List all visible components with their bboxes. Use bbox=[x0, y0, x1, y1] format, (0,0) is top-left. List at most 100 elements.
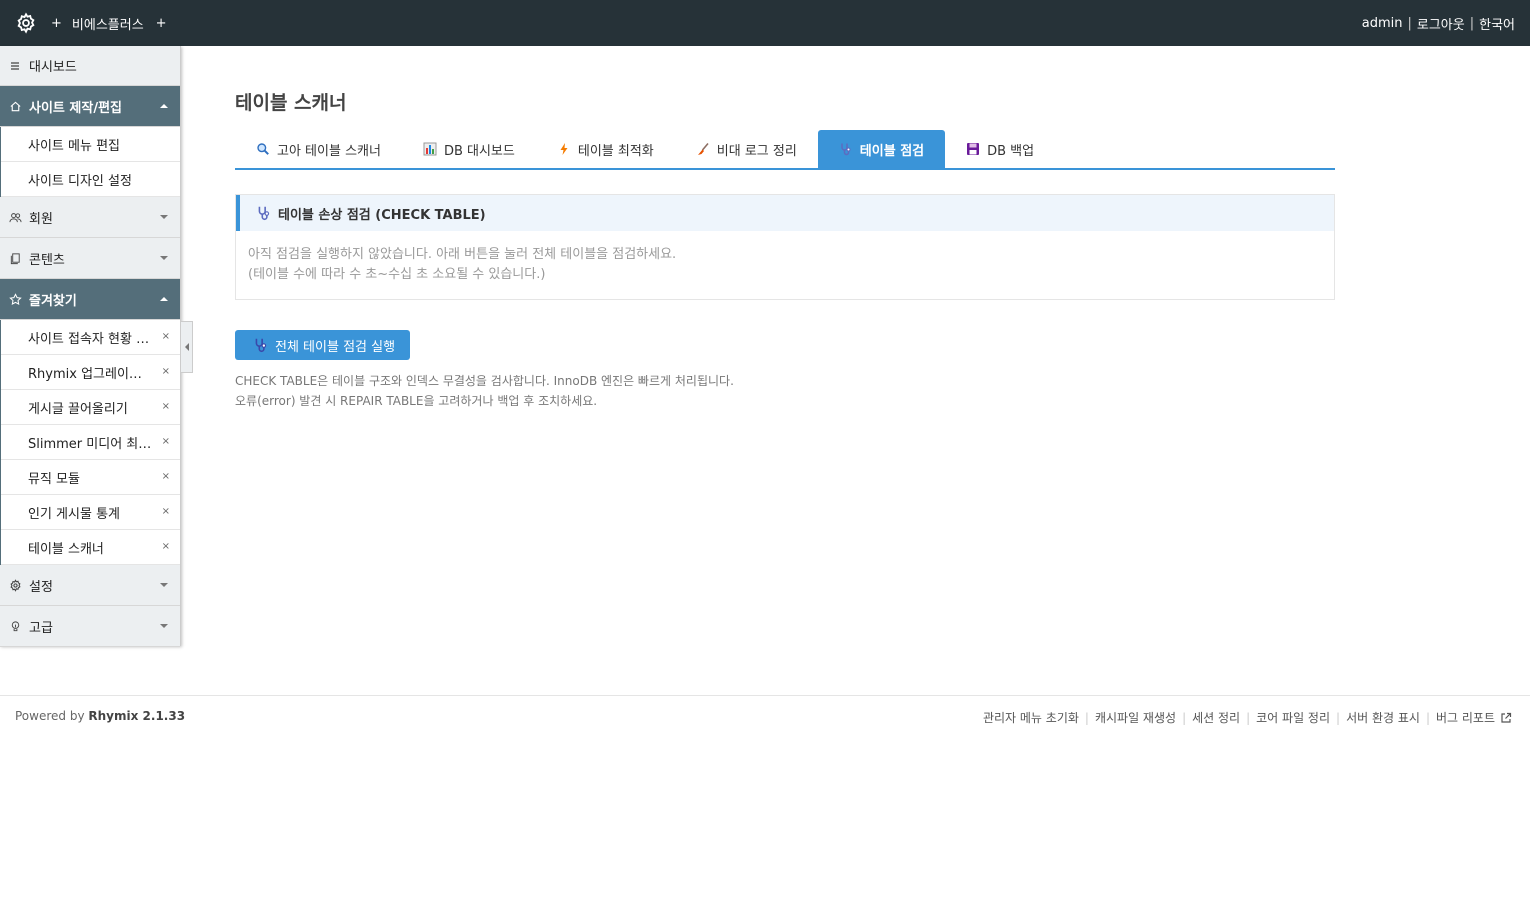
favorite-item[interactable]: Slimmer 미디어 최적화 × bbox=[1, 425, 180, 460]
tab-db-dashboard[interactable]: DB 대시보드 bbox=[402, 130, 536, 168]
remove-favorite-icon[interactable]: × bbox=[162, 401, 170, 412]
favorite-item-label: 인기 게시물 통계 bbox=[28, 506, 120, 522]
separator: | bbox=[1336, 710, 1341, 725]
chevron-down-icon bbox=[160, 215, 168, 219]
remove-favorite-icon[interactable]: × bbox=[162, 541, 170, 552]
site-name-link[interactable]: 비에스플러스 bbox=[72, 14, 144, 33]
separator: | bbox=[1084, 710, 1089, 725]
list-icon bbox=[8, 59, 22, 73]
tab-bar: 고아 테이블 스캐너 DB 대시보드 테이블 최적화 비대 로그 정리 테이블 … bbox=[235, 130, 1335, 170]
sidebar-item-label: 콘텐츠 bbox=[29, 252, 65, 268]
tab-log-cleanup[interactable]: 비대 로그 정리 bbox=[675, 130, 818, 168]
stethoscope-icon bbox=[839, 142, 853, 156]
tab-label: DB 대시보드 bbox=[443, 143, 515, 159]
logout-link[interactable]: 로그아웃 bbox=[1417, 14, 1465, 33]
separator: | bbox=[1407, 15, 1412, 31]
panel-header: 테이블 손상 점검 (CHECK TABLE) bbox=[236, 195, 1334, 231]
favorite-item[interactable]: 뮤직 모듈 × bbox=[1, 460, 180, 495]
rhymix-version-link[interactable]: Rhymix 2.1.33 bbox=[88, 709, 185, 723]
language-link[interactable]: 한국어 bbox=[1479, 14, 1515, 33]
tab-label: 테이블 점검 bbox=[859, 143, 925, 159]
clear-session-link[interactable]: 세션 정리 bbox=[1192, 709, 1240, 726]
footer-links: 관리자 메뉴 초기화 | 캐시파일 재생성 | 세션 정리 | 코어 파일 정리… bbox=[983, 709, 1512, 726]
chevron-down-icon bbox=[160, 624, 168, 628]
regenerate-cache-link[interactable]: 캐시파일 재생성 bbox=[1095, 709, 1176, 726]
panel-body: 아직 점검을 실행하지 않았습니다. 아래 버튼을 눌러 전체 테이블을 점검하… bbox=[236, 231, 1334, 299]
sidebar-collapse-handle[interactable] bbox=[181, 321, 193, 373]
panel-hint-text: (테이블 수에 따라 수 초~수십 초 소요될 수 있습니다.) bbox=[248, 267, 546, 282]
home-icon bbox=[8, 99, 22, 113]
sidebar-item-favorites[interactable]: 즐겨찾기 bbox=[0, 279, 180, 320]
sidebar-subitem-menu-edit[interactable]: 사이트 메뉴 편집 bbox=[1, 127, 180, 162]
tab-label: 비대 로그 정리 bbox=[716, 143, 797, 159]
clean-core-files-link[interactable]: 코어 파일 정리 bbox=[1256, 709, 1330, 726]
sidebar-subitem-design-settings[interactable]: 사이트 디자인 설정 bbox=[1, 162, 180, 197]
remove-favorite-icon[interactable]: × bbox=[162, 331, 170, 342]
chevron-up-icon bbox=[160, 297, 168, 301]
favorite-item-label: Slimmer 미디어 최적화 bbox=[28, 436, 153, 452]
favorite-item-label: 사이트 접속자 현황 보기 bbox=[28, 331, 153, 347]
reset-admin-menu-link[interactable]: 관리자 메뉴 초기화 bbox=[983, 709, 1079, 726]
tab-orphan-scanner[interactable]: 고아 테이블 스캐너 bbox=[235, 130, 402, 168]
page-title: 테이블 스캐너 bbox=[235, 92, 347, 114]
sidebar-item-contents[interactable]: 콘텐츠 bbox=[0, 238, 180, 279]
stethoscope-icon bbox=[256, 205, 272, 221]
panel-status-text: 아직 점검을 실행하지 않았습니다. 아래 버튼을 눌러 전체 테이블을 점검하… bbox=[248, 247, 677, 262]
favorite-item-label: 게시글 끌어올리기 bbox=[28, 401, 128, 417]
favorite-item[interactable]: 테이블 스캐너 × bbox=[1, 530, 180, 565]
favorite-item-label: Rhymix 업그레이드 도우미 bbox=[28, 366, 153, 382]
favorite-item[interactable]: 게시글 끌어올리기 × bbox=[1, 390, 180, 425]
remove-favorite-icon[interactable]: × bbox=[162, 366, 170, 377]
sidebar-item-member[interactable]: 회원 bbox=[0, 197, 180, 238]
server-env-link[interactable]: 서버 환경 표시 bbox=[1346, 709, 1420, 726]
tab-label: 고아 테이블 스캐너 bbox=[277, 143, 381, 159]
chevron-down-icon bbox=[160, 256, 168, 260]
footer: Powered by Rhymix 2.1.33 관리자 메뉴 초기화 | 캐시… bbox=[0, 695, 1530, 739]
lightbulb-icon bbox=[8, 619, 22, 633]
sidebar-item-advanced[interactable]: 고급 bbox=[0, 606, 180, 647]
tab-label: 테이블 최적화 bbox=[577, 143, 654, 159]
tab-table-check[interactable]: 테이블 점검 bbox=[817, 130, 946, 168]
help-note: CHECK TABLE은 테이블 구조와 인덱스 무결성을 검사합니다. Inn… bbox=[235, 371, 734, 411]
separator: | bbox=[1425, 710, 1430, 725]
favorites-submenu: 사이트 접속자 현황 보기 × Rhymix 업그레이드 도우미 × 게시글 끌… bbox=[0, 320, 180, 565]
sidebar-item-label: 사이트 제작/편집 bbox=[29, 100, 122, 116]
sidebar-item-label: 대시보드 bbox=[29, 60, 77, 75]
stethoscope-icon bbox=[253, 337, 269, 353]
tab-db-backup[interactable]: DB 백업 bbox=[945, 130, 1055, 168]
remove-favorite-icon[interactable]: × bbox=[162, 471, 170, 482]
powered-prefix: Powered by bbox=[15, 709, 85, 723]
user-menu: admin | 로그아웃 | 한국어 bbox=[1362, 0, 1515, 46]
gear-icon[interactable] bbox=[15, 12, 37, 34]
gear-icon bbox=[8, 578, 22, 592]
remove-favorite-icon[interactable]: × bbox=[162, 506, 170, 517]
remove-favorite-icon[interactable]: × bbox=[162, 436, 170, 447]
add-site-left-button[interactable]: + bbox=[51, 16, 62, 31]
sidebar-item-dashboard[interactable]: 대시보드 bbox=[0, 46, 180, 86]
bug-report-link[interactable]: 버그 리포트 bbox=[1436, 709, 1495, 726]
user-name-link[interactable]: admin bbox=[1362, 16, 1403, 31]
separator: | bbox=[1182, 710, 1187, 725]
add-site-right-button[interactable]: + bbox=[156, 16, 167, 31]
chevron-up-icon bbox=[160, 104, 168, 108]
favorite-item-label: 테이블 스캐너 bbox=[28, 541, 104, 557]
lightning-icon bbox=[557, 142, 571, 156]
separator: | bbox=[1246, 710, 1251, 725]
favorite-item[interactable]: 인기 게시물 통계 × bbox=[1, 495, 180, 530]
bar-chart-icon bbox=[423, 142, 437, 156]
sidebar-item-label: 고급 bbox=[29, 620, 53, 636]
tab-table-optimize[interactable]: 테이블 최적화 bbox=[536, 130, 675, 168]
run-full-check-button[interactable]: 전체 테이블 점검 실행 bbox=[235, 330, 411, 360]
sidebar-item-site-edit[interactable]: 사이트 제작/편집 bbox=[0, 86, 180, 127]
sidebar-item-label: 회원 bbox=[29, 211, 53, 227]
magnifier-icon bbox=[256, 142, 270, 156]
panel-title: 테이블 손상 점검 (CHECK TABLE) bbox=[278, 207, 486, 223]
sidebar-subitem-label: 사이트 메뉴 편집 bbox=[28, 138, 120, 154]
favorite-item[interactable]: Rhymix 업그레이드 도우미 × bbox=[1, 355, 180, 390]
top-bar: + 비에스플러스 + admin | 로그아웃 | 한국어 bbox=[0, 0, 1530, 46]
documents-icon bbox=[8, 251, 22, 265]
floppy-disk-icon bbox=[966, 142, 980, 156]
sidebar-subitem-label: 사이트 디자인 설정 bbox=[28, 173, 132, 189]
favorite-item[interactable]: 사이트 접속자 현황 보기 × bbox=[1, 320, 180, 355]
sidebar-item-settings[interactable]: 설정 bbox=[0, 565, 180, 606]
